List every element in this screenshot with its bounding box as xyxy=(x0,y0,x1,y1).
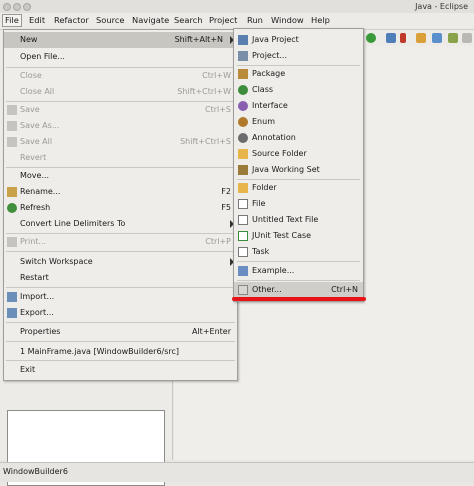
submenu-item-file[interactable]: File xyxy=(234,196,363,212)
junit-icon xyxy=(238,231,248,241)
window-title: Java - Eclipse xyxy=(415,2,468,11)
file-menu: New Shift+Alt+N Open File... Close Ctrl+… xyxy=(3,29,238,381)
menu-help[interactable]: Help xyxy=(309,15,332,26)
submenu-item-untitled-text-file[interactable]: Untitled Text File xyxy=(234,212,363,228)
save-all-icon xyxy=(7,137,17,147)
new-submenu: Java Project Project... Package Class In… xyxy=(233,28,364,302)
text-file-icon xyxy=(238,215,248,225)
submenu-item-junit-test-case[interactable]: JUnit Test Case xyxy=(234,228,363,244)
submenu-item-example[interactable]: Example... xyxy=(234,263,363,279)
menu-project[interactable]: Project xyxy=(207,15,239,26)
menu-separator xyxy=(6,322,235,323)
rename-icon xyxy=(7,187,17,197)
save-icon xyxy=(7,105,17,115)
folder-icon xyxy=(238,183,248,193)
debug-icon[interactable] xyxy=(386,33,396,43)
minimize-window-icon[interactable] xyxy=(13,3,21,11)
menu-refactor[interactable]: Refactor xyxy=(52,15,91,26)
menu-item-import[interactable]: Import... xyxy=(4,289,237,305)
working-set-icon xyxy=(238,165,248,175)
submenu-item-class[interactable]: Class xyxy=(234,82,363,98)
submenu-item-annotation[interactable]: Annotation xyxy=(234,130,363,146)
menu-item-restart[interactable]: Restart xyxy=(4,270,237,286)
submenu-item-package[interactable]: Package xyxy=(234,66,363,82)
source-folder-icon xyxy=(238,149,248,159)
submenu-item-project[interactable]: Project... xyxy=(234,48,363,64)
submenu-item-interface[interactable]: Interface xyxy=(234,98,363,114)
open-type-icon[interactable] xyxy=(432,33,442,43)
submenu-item-task[interactable]: Task xyxy=(234,244,363,260)
enum-icon xyxy=(238,117,248,127)
menu-separator xyxy=(237,261,360,262)
menu-item-refresh[interactable]: Refresh F5 xyxy=(4,200,237,216)
coverage-icon[interactable] xyxy=(400,33,406,43)
menu-source[interactable]: Source xyxy=(94,15,127,26)
submenu-item-other[interactable]: Other... Ctrl+N xyxy=(234,282,363,298)
menu-item-properties[interactable]: Properties Alt+Enter xyxy=(4,324,237,340)
menu-item-export[interactable]: Export... xyxy=(4,305,237,321)
menu-item-close-all[interactable]: Close All Shift+Ctrl+W xyxy=(4,84,237,100)
example-icon xyxy=(238,266,248,276)
submenu-item-java-working-set[interactable]: Java Working Set xyxy=(234,162,363,178)
menu-separator xyxy=(6,287,235,288)
menu-item-exit[interactable]: Exit xyxy=(4,362,237,378)
save-as-icon xyxy=(7,121,17,131)
menu-item-revert[interactable]: Revert xyxy=(4,150,237,166)
new-package-icon[interactable] xyxy=(416,33,426,43)
menu-item-recent-file[interactable]: 1 MainFrame.java [WindowBuilder6/src] xyxy=(4,344,237,360)
toolbar xyxy=(362,30,474,46)
refresh-icon xyxy=(7,203,17,213)
menu-separator xyxy=(6,251,235,252)
package-icon xyxy=(238,69,248,79)
maximize-window-icon[interactable] xyxy=(23,3,31,11)
submenu-item-java-project[interactable]: Java Project xyxy=(234,32,363,48)
task-icon xyxy=(238,247,248,257)
menu-item-save-as[interactable]: Save As... xyxy=(4,118,237,134)
menu-navigate[interactable]: Navigate xyxy=(130,15,171,26)
menu-edit[interactable]: Edit xyxy=(27,15,47,26)
menu-item-save-all[interactable]: Save All Shift+Ctrl+S xyxy=(4,134,237,150)
status-text: WindowBuilder6 xyxy=(3,467,68,476)
menu-separator xyxy=(6,360,235,361)
menu-item-convert-line-delimiters[interactable]: Convert Line Delimiters To xyxy=(4,216,237,232)
menu-item-move[interactable]: Move... xyxy=(4,168,237,184)
export-icon xyxy=(7,308,17,318)
new-class-icon[interactable] xyxy=(448,33,458,43)
submenu-item-folder[interactable]: Folder xyxy=(234,180,363,196)
other-icon xyxy=(238,285,248,295)
menu-separator xyxy=(6,341,235,342)
java-project-icon xyxy=(238,35,248,45)
menu-item-print[interactable]: Print... Ctrl+P xyxy=(4,234,237,250)
menu-item-new[interactable]: New Shift+Alt+N xyxy=(4,32,237,48)
menu-item-close[interactable]: Close Ctrl+W xyxy=(4,68,237,84)
menu-window[interactable]: Window xyxy=(269,15,306,26)
interface-icon xyxy=(238,101,248,111)
menu-item-rename[interactable]: Rename... F2 xyxy=(4,184,237,200)
submenu-item-source-folder[interactable]: Source Folder xyxy=(234,146,363,162)
file-icon xyxy=(238,199,248,209)
menu-separator xyxy=(237,280,360,281)
import-icon xyxy=(7,292,17,302)
title-bar: Java - Eclipse xyxy=(0,0,474,13)
project-icon xyxy=(238,51,248,61)
print-icon xyxy=(7,237,17,247)
menu-file[interactable]: File xyxy=(2,14,22,27)
class-icon xyxy=(238,85,248,95)
search-icon[interactable] xyxy=(462,33,472,43)
annotation-icon xyxy=(238,133,248,143)
menu-item-switch-workspace[interactable]: Switch Workspace xyxy=(4,254,237,270)
highlight-underline xyxy=(232,297,366,301)
menu-run[interactable]: Run xyxy=(245,15,265,26)
menu-item-open-file[interactable]: Open File... xyxy=(4,49,237,65)
run-icon[interactable] xyxy=(366,33,376,43)
status-bar: WindowBuilder6 xyxy=(0,462,474,482)
menu-item-save[interactable]: Save Ctrl+S xyxy=(4,102,237,118)
menu-search[interactable]: Search xyxy=(172,15,205,26)
close-window-icon[interactable] xyxy=(3,3,11,11)
submenu-item-enum[interactable]: Enum xyxy=(234,114,363,130)
